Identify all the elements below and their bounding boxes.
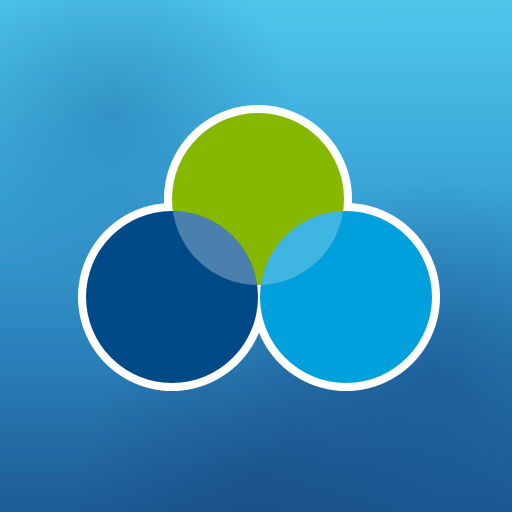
app-icon-graphic <box>0 0 512 512</box>
app-icon <box>0 0 512 512</box>
